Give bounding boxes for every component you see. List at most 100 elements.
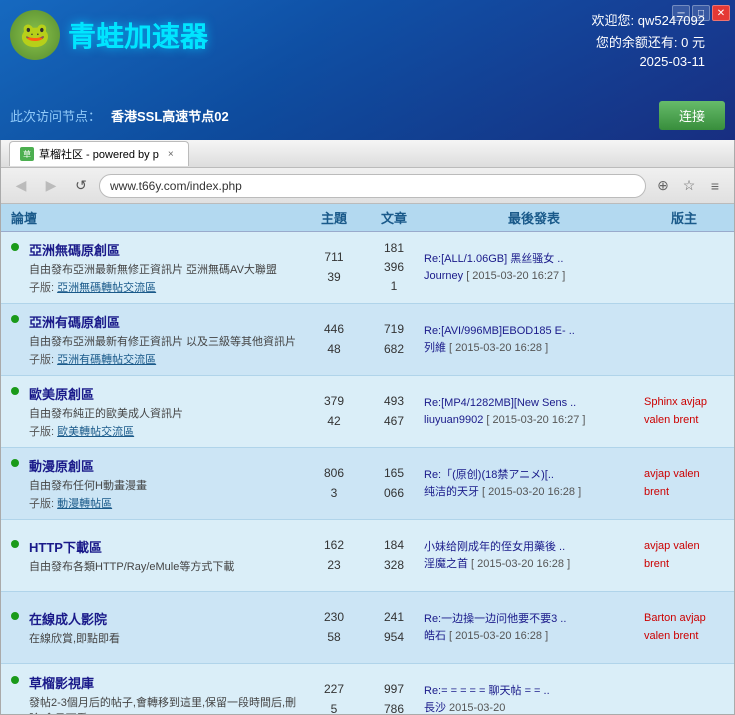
forum-moderators: avjap valen brent [644, 466, 724, 501]
forum-name-link[interactable]: 亞洲無碼原創區 [29, 243, 120, 258]
moderator-link[interactable]: valen [673, 468, 699, 480]
forum-header: 論壇 主題 文章 最後發表 版主 [1, 204, 734, 232]
last-post-title-link[interactable]: Re:= = = = = 聊天帖 = = .. [424, 685, 550, 697]
forum-last-post: Re:一边操一边问他要不要3 ..皓石 [ 2015-03-20 16:28 ] [424, 611, 644, 644]
forum-sub: 子版: 歐美轉帖交流區 [29, 423, 183, 439]
forum-sub-link[interactable]: 歐美轉帖交流區 [57, 426, 134, 438]
last-post-time: [ 2015-03-20 16:28 ] [479, 486, 581, 498]
last-post-time: [ 2015-03-20 16:27 ] [483, 414, 585, 426]
tab-close-button[interactable]: × [164, 147, 178, 161]
moderator-link[interactable]: brent [673, 414, 698, 426]
maximize-button[interactable]: □ [692, 5, 710, 21]
forum-topics: 23058 [304, 608, 364, 646]
last-post-title-link[interactable]: 小妹给刚成年的侄女用藥後 .. [424, 541, 565, 553]
moderator-link[interactable]: Sphinx [644, 396, 678, 408]
last-post-title-link[interactable]: Re:一边操一边问他要不要3 .. [424, 613, 566, 625]
back-button[interactable]: ◀ [9, 174, 33, 198]
last-post-time: 2015-03-20 [446, 702, 505, 714]
forum-posts: 184328 [364, 536, 424, 574]
star-button[interactable]: ☆ [678, 175, 700, 197]
forum-posts: 719682 [364, 320, 424, 358]
forum-row: 歐美原創區自由發布純正的歐美成人資訊片子版: 歐美轉帖交流區3794249346… [1, 376, 734, 448]
forum-row-info: 動漫原創區自由發布任何H動畫漫畫子版: 動漫轉帖區 [29, 456, 147, 511]
node-bar: 此次访问节点： 香港SSL高速节点02 连接 [10, 101, 725, 130]
balance-text: 您的余额还有: 0 元 [592, 32, 705, 51]
browser-tab[interactable]: 草 草榴社区 - powered by p × [9, 141, 189, 166]
moderator-link[interactable]: avjap [681, 396, 707, 408]
forum-row-left: 動漫原創區自由發布任何H動畫漫畫子版: 動漫轉帖區 [11, 456, 304, 511]
last-post-user-link[interactable]: liuyuan9902 [424, 414, 483, 426]
forum-moderators: Barton avjap valen brent [644, 610, 724, 645]
forum-sub: 子版: 亞洲無碼轉帖交流區 [29, 279, 277, 295]
menu-button[interactable]: ≡ [704, 175, 726, 197]
moderator-link[interactable]: valen [673, 540, 699, 552]
forum-row: 亞洲有碼原創區自由發布亞洲最新有修正資訊片 以及三級等其他資訊片子版: 亞洲有碼… [1, 304, 734, 376]
last-post-user-link[interactable]: 列維 [424, 342, 446, 354]
refresh-button[interactable]: ↺ [69, 174, 93, 198]
forum-row-left: 在線成人影院在線欣賞,即點即看 [11, 609, 304, 646]
moderator-link[interactable]: valen [644, 630, 670, 642]
last-post-title-link[interactable]: Re:[ALL/1.06GB] 黑丝骚女 .. [424, 253, 563, 265]
moderator-link[interactable]: valen [644, 414, 670, 426]
browser-actions: ⊕ ☆ ≡ [652, 175, 726, 197]
last-post-title-link[interactable]: Re:[MP4/1282MB][New Sens .. [424, 397, 576, 409]
forum-last-post: Re:「(原创)(18禁アニメ)[.. 纯洁的天牙 [ 2015-03-20 16… [424, 467, 644, 500]
moderator-link[interactable]: brent [644, 558, 669, 570]
forum-row: 在線成人影院在線欣賞,即點即看23058241954Re:一边操一边问他要不要3… [1, 592, 734, 664]
address-bar[interactable]: www.t66y.com/index.php [99, 174, 646, 198]
forum-last-post: Re:[AVI/996MB]EBOD185 E- ..列維 [ 2015-03-… [424, 323, 644, 356]
forum-topics: 8063 [304, 464, 364, 502]
forum-posts: 997786 [364, 680, 424, 714]
forum-sub-link[interactable]: 亞洲有碼轉帖交流區 [57, 354, 156, 366]
forum-name-link[interactable]: 草榴影視庫 [29, 676, 94, 691]
forum-topics: 44648 [304, 320, 364, 358]
app-logo: 🐸 青蛙加速器 [10, 10, 208, 60]
bookmark-manager-button[interactable]: ⊕ [652, 175, 674, 197]
last-post-title-link[interactable]: Re:「(原创)(18禁アニメ)[.. [424, 469, 554, 481]
last-post-user-link[interactable]: 長沙 [424, 702, 446, 714]
forward-button[interactable]: ▶ [39, 174, 63, 198]
forum-row: 動漫原創區自由發布任何H動畫漫畫子版: 動漫轉帖區8063165066Re:「(… [1, 448, 734, 520]
moderator-link[interactable]: Barton [644, 612, 676, 624]
header-lastpost: 最後發表 [424, 208, 644, 227]
header-moderator: 版主 [644, 208, 724, 227]
last-post-user-link[interactable]: 淫魔之首 [424, 558, 468, 570]
forum-posts: 1813961 [364, 239, 424, 297]
moderator-link[interactable]: brent [644, 486, 669, 498]
forum-name-link[interactable]: 亞洲有碼原創區 [29, 315, 120, 330]
browser-toolbar: ◀ ▶ ↺ www.t66y.com/index.php ⊕ ☆ ≡ [1, 168, 734, 204]
forum-desc: 自由發布純正的歐美成人資訊片 [29, 405, 183, 421]
last-post-user-link[interactable]: 纯洁的天牙 [424, 486, 479, 498]
last-post-user-link[interactable]: 皓石 [424, 630, 446, 642]
forum-name-link[interactable]: 動漫原創區 [29, 459, 94, 474]
forum-row: HTTP下載區自由發布各類HTTP/Ray/eMule等方式下載16223184… [1, 520, 734, 592]
forum-posts: 165066 [364, 464, 424, 502]
forum-sub-link[interactable]: 動漫轉帖區 [57, 498, 112, 510]
forum-sub-link[interactable]: 亞洲無碼轉帖交流區 [57, 282, 156, 294]
forum-desc: 自由發布任何H動畫漫畫 [29, 477, 147, 493]
minimize-button[interactable]: ─ [672, 5, 690, 21]
last-post-title-link[interactable]: Re:[AVI/996MB]EBOD185 E- .. [424, 325, 575, 337]
moderator-link[interactable]: avjap [644, 540, 670, 552]
header-topics: 主題 [304, 208, 364, 227]
connect-button[interactable]: 连接 [659, 101, 725, 130]
close-button[interactable]: ✕ [712, 5, 730, 21]
last-post-user-link[interactable]: Journey [424, 270, 463, 282]
forum-row: 草榴影視庫發帖2-3個月后的帖子,會轉移到這里,保留一段時間后,刪除(會員可看)… [1, 664, 734, 714]
tab-favicon: 草 [20, 147, 34, 161]
forum-name-link[interactable]: 在線成人影院 [29, 612, 107, 627]
forum-desc: 自由發布亞洲最新無修正資訊片 亞洲無碼AV大聯盟 [29, 261, 277, 277]
forum-name-link[interactable]: 歐美原創區 [29, 387, 94, 402]
tab-title: 草榴社区 - powered by p [39, 146, 159, 162]
moderator-link[interactable]: avjap [679, 612, 705, 624]
last-post-time: [ 2015-03-20 16:28 ] [468, 558, 570, 570]
forum-topics: 2275 [304, 680, 364, 714]
forum-row: 亞洲無碼原創區自由發布亞洲最新無修正資訊片 亞洲無碼AV大聯盟子版: 亞洲無碼轉… [1, 232, 734, 304]
forum-row-info: HTTP下載區自由發布各類HTTP/Ray/eMule等方式下載 [29, 537, 234, 574]
moderator-link[interactable]: brent [673, 630, 698, 642]
forum-last-post: Re:[MP4/1282MB][New Sens .. liuyuan9902 [… [424, 395, 644, 428]
forum-name-link[interactable]: HTTP下載區 [29, 540, 102, 555]
app-title: 青蛙加速器 [68, 15, 208, 55]
time-text: 2025-03-11 [592, 54, 705, 69]
moderator-link[interactable]: avjap [644, 468, 670, 480]
